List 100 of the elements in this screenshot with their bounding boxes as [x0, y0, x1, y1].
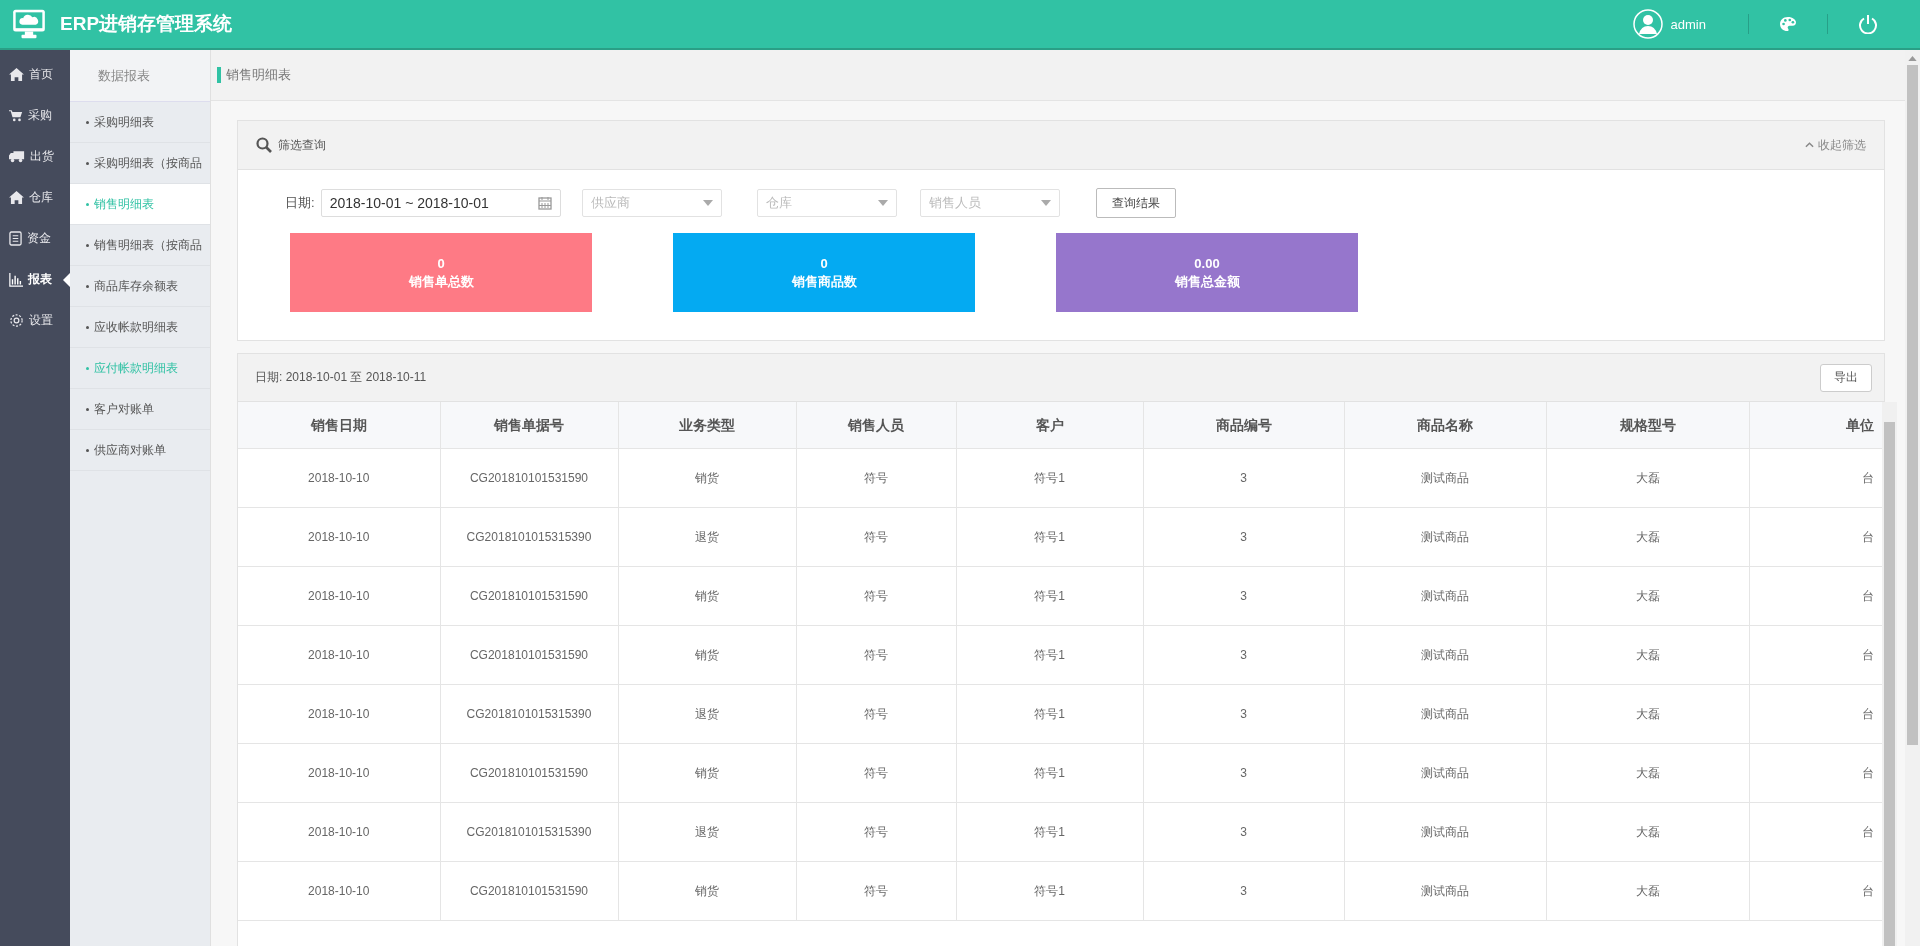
table-cell: 销货 — [618, 861, 796, 920]
table-cell: 退货 — [618, 802, 796, 861]
nav-item[interactable]: 采购 — [0, 95, 70, 136]
query-button[interactable]: 查询结果 — [1095, 188, 1176, 218]
bar-chart-icon — [9, 272, 23, 287]
table-cell: 3 — [1143, 802, 1344, 861]
date-range-field[interactable]: 2018-10-01 ~ 2018-10-01 — [320, 189, 561, 217]
submenu-item[interactable]: 供应商对账单 — [70, 430, 210, 471]
column-header: 单位 — [1749, 402, 1882, 448]
table-cell: CG201810101531590 — [440, 861, 618, 920]
submenu-item[interactable]: 客户对账单 — [70, 389, 210, 430]
page-scrollbar[interactable] — [1905, 50, 1920, 946]
caret-icon — [877, 200, 888, 206]
table-cell: 3 — [1143, 684, 1344, 743]
user-avatar-icon[interactable] — [1632, 9, 1663, 39]
table-cell: 2018-10-10 — [238, 625, 440, 684]
table-cell: 符号 — [796, 861, 956, 920]
column-header: 客户 — [956, 402, 1143, 448]
search-icon — [256, 137, 272, 153]
table-cell: 销货 — [618, 448, 796, 507]
column-header: 规格型号 — [1546, 402, 1749, 448]
table-cell: 符号1 — [956, 861, 1143, 920]
export-button[interactable]: 导出 — [1820, 363, 1872, 392]
cart-icon — [9, 109, 23, 122]
table-cell: 2018-10-10 — [238, 448, 440, 507]
nav-item[interactable]: 首页 — [0, 54, 70, 95]
table-cell: 符号1 — [956, 743, 1143, 802]
date-range-text: 日期: 2018-10-01 至 2018-10-11 — [255, 369, 427, 386]
table-cell: 2018-10-10 — [238, 684, 440, 743]
table-cell: 测试商品 — [1344, 861, 1546, 920]
app-title: ERP进销存管理系统 — [60, 12, 233, 36]
date-label: 日期: — [285, 194, 315, 212]
table-cell: 符号1 — [956, 448, 1143, 507]
monitor-cloud-icon — [12, 9, 46, 39]
table-cell: 3 — [1143, 743, 1344, 802]
calendar-icon — [537, 196, 552, 210]
table-cell: CG2018101015315390 — [440, 507, 618, 566]
column-header: 商品名称 — [1344, 402, 1546, 448]
table-cell: 2018-10-10 — [238, 566, 440, 625]
table-cell: 销货 — [618, 743, 796, 802]
table-cell: 大磊 — [1546, 684, 1749, 743]
document-icon — [9, 231, 22, 246]
table-cell: 3 — [1143, 507, 1344, 566]
table-cell: 测试商品 — [1344, 743, 1546, 802]
table-cell: CG201810101531590 — [440, 448, 618, 507]
stat-value: 0 — [820, 254, 828, 273]
submenu-item[interactable]: 商品库存余额表 — [70, 266, 210, 307]
nav-item[interactable]: 仓库 — [0, 177, 70, 218]
submenu-title: 数据报表 — [70, 50, 210, 102]
table-cell: 符号 — [796, 566, 956, 625]
column-header: 销售人员 — [796, 402, 956, 448]
column-header: 销售单据号 — [440, 402, 618, 448]
palette-icon[interactable] — [1779, 16, 1797, 32]
table-cell: CG2018101015315390 — [440, 684, 618, 743]
table-cell: 退货 — [618, 684, 796, 743]
table-cell: 大磊 — [1546, 625, 1749, 684]
table-cell: 大磊 — [1546, 861, 1749, 920]
settings-icon — [9, 313, 24, 328]
table-cell: 3 — [1143, 448, 1344, 507]
table-cell: 符号1 — [956, 566, 1143, 625]
stat-value: 0.00 — [1194, 254, 1220, 273]
scrollbar[interactable] — [1882, 402, 1897, 946]
filter-title: 筛选查询 — [278, 136, 326, 154]
table-cell: 2018-10-10 — [238, 507, 440, 566]
scroll-up-icon[interactable] — [1908, 56, 1917, 61]
caret-icon — [702, 200, 713, 206]
nav-item[interactable]: 设置 — [0, 300, 70, 341]
stat-value: 0 — [437, 254, 445, 273]
table-cell: 测试商品 — [1344, 684, 1546, 743]
nav-item[interactable]: 出货 — [0, 136, 70, 177]
table-cell: 符号1 — [956, 507, 1143, 566]
table-cell: 符号 — [796, 625, 956, 684]
table-cell: 大磊 — [1546, 507, 1749, 566]
table-cell: 符号 — [796, 802, 956, 861]
table-cell: 2018-10-10 — [238, 861, 440, 920]
nav-item[interactable]: 资金 — [0, 218, 70, 259]
submenu-item[interactable]: 应收帐款明细表 — [70, 307, 210, 348]
table-cell: CG201810101531590 — [440, 743, 618, 802]
chevron-up-icon — [1805, 142, 1814, 148]
table-cell: 退货 — [618, 507, 796, 566]
stat-label: 销售总金额 — [1174, 272, 1240, 291]
submenu-item[interactable]: 采购明细表 — [70, 102, 210, 143]
table-cell: 测试商品 — [1344, 507, 1546, 566]
table-cell: 大磊 — [1546, 743, 1749, 802]
table-cell: 3 — [1143, 566, 1344, 625]
table-cell: CG201810101531590 — [440, 625, 618, 684]
table-cell: CG2018101015315390 — [440, 802, 618, 861]
table-cell: 销货 — [618, 625, 796, 684]
table-cell: 2018-10-10 — [238, 743, 440, 802]
table-cell: CG201810101531590 — [440, 566, 618, 625]
caret-icon — [1040, 200, 1051, 206]
truck-icon — [9, 150, 25, 163]
table-cell: 符号 — [796, 507, 956, 566]
column-header: 销售日期 — [238, 402, 440, 448]
submenu-item[interactable]: 销售明细表（按商品 — [70, 225, 210, 266]
table-cell: 符号1 — [956, 684, 1143, 743]
power-icon[interactable] — [1858, 14, 1878, 34]
table-cell: 销货 — [618, 566, 796, 625]
table-cell: 大磊 — [1546, 566, 1749, 625]
stat-label: 销售单总数 — [408, 272, 474, 291]
